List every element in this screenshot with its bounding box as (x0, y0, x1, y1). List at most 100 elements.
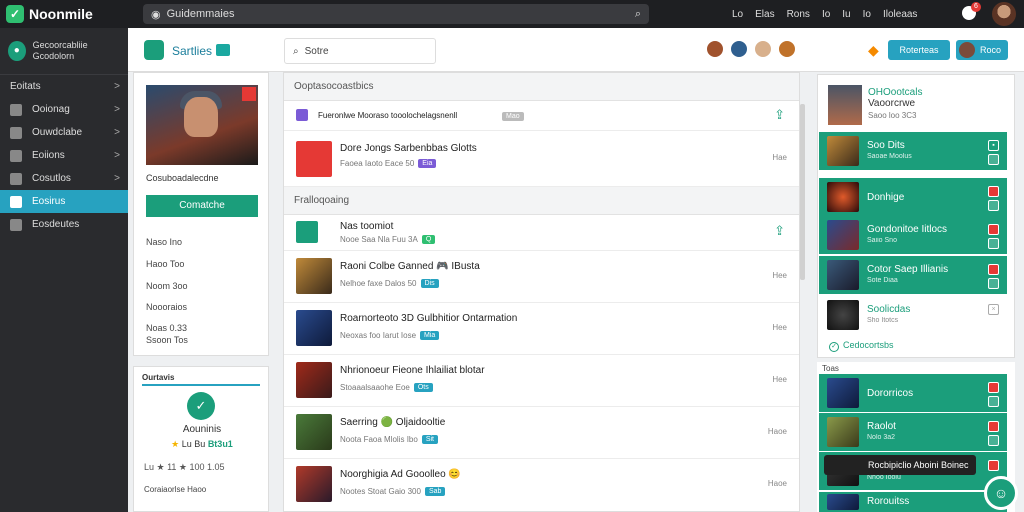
game-row[interactable]: Nhrionoeur Fieone Ihlailiat blotar Stoaa… (284, 355, 799, 407)
featured-subtitle: Vaoorcrwe (868, 98, 916, 109)
flag-icon[interactable] (988, 382, 999, 393)
profile-stat: Ssoon Tos (146, 335, 188, 345)
list-item[interactable]: Dore Jongs Sarbenbbas Glotts Faoea Iaoto… (284, 131, 799, 187)
sidebar-item-label: Ooionag (32, 104, 70, 115)
profile-stat: Noom 3oo (146, 281, 188, 291)
game-thumb (296, 258, 332, 294)
game-thumb (827, 182, 859, 212)
share-icon[interactable]: ⇪ (774, 107, 785, 123)
scrollbar[interactable] (800, 104, 805, 280)
tag-icon (296, 109, 308, 121)
item-tag: Eia (418, 159, 437, 169)
game-row[interactable]: Saerring 🟢 Oljaidooltie Noota Faoa Mloli… (284, 407, 799, 459)
search-input[interactable]: ⌕ Sotre (284, 38, 436, 64)
flag-icon[interactable] (988, 460, 999, 471)
search-icon[interactable]: ⌕ (635, 8, 641, 21)
grid-icon (10, 149, 22, 162)
featured-thumb (828, 85, 862, 125)
game-title: Noorghigia Ad Gooolleo 😊 (340, 469, 461, 480)
nav-item[interactable]: Io (822, 9, 830, 20)
game-meta: Nelhoe faxe Dalos 50 Dis (340, 279, 439, 289)
info-icon[interactable] (988, 278, 999, 289)
sidebar-item[interactable]: Cosutlos > (0, 167, 128, 190)
sidebar-item[interactable]: Eoiions > (0, 144, 128, 167)
support-button[interactable]: ☺ (984, 476, 1018, 510)
sidebar-item[interactable]: Eoitats > (0, 75, 128, 98)
sidebar-item[interactable]: Eosdeutes (0, 213, 128, 236)
sidebar: ● Gecoorcabliie Gcodolorn Eoitats > Ooion… (0, 28, 128, 512)
action-button[interactable]: Roterteas (888, 40, 950, 60)
game-list-item[interactable]: Donhige (819, 178, 1007, 216)
search-icon: ⌕ (293, 45, 299, 57)
close-icon[interactable]: × (988, 304, 999, 315)
game-meta: Saiio Sno (867, 237, 897, 244)
item-title: Fueronlwe Mooraso tooolochelagsnenll (318, 111, 458, 120)
avatar[interactable] (706, 40, 724, 58)
item-tag: Mia (420, 331, 440, 341)
primary-button[interactable]: Comatche (146, 195, 258, 217)
avatar[interactable] (754, 40, 772, 58)
game-title: Soolicdas (867, 304, 911, 315)
item-time: Hee (772, 375, 787, 384)
featured-title[interactable]: OHOootcals (868, 87, 922, 98)
avatar[interactable] (778, 40, 796, 58)
game-list-item[interactable]: Cotor Saep Illianis Sote Diaa (819, 256, 1007, 294)
profile-button[interactable]: Roco (956, 40, 1008, 60)
sidebar-header[interactable]: ● Gecoorcabliie Gcodolorn (0, 28, 128, 75)
game-row[interactable]: Noorghigia Ad Gooolleo 😊 Nootes Stoat Ga… (284, 459, 799, 511)
checked-link-label: Cedocortsbs (843, 340, 894, 350)
sidebar-item-label: Ouwdclabe (32, 127, 83, 138)
achievement-title: Ourtavis (142, 373, 175, 382)
flag-icon[interactable] (988, 186, 999, 197)
info-icon[interactable] (988, 238, 999, 249)
global-search[interactable]: ◉ Guidemmaies ⌕ (143, 4, 649, 24)
nav-item[interactable]: Iu (842, 9, 850, 20)
info-icon[interactable] (988, 396, 999, 407)
info-icon[interactable] (988, 435, 999, 446)
achievement-card: Ourtavis ✓ Aouninis ★ Lu Bu Bt3u1 Lu ★ 1… (133, 366, 269, 512)
game-list-item[interactable]: Rorouitss (819, 492, 1007, 512)
nav-item[interactable]: Io (863, 9, 871, 20)
flag-icon[interactable] (988, 264, 999, 275)
user-avatar[interactable] (992, 2, 1016, 26)
item-title: Nas toomiot (340, 221, 394, 232)
game-list-item[interactable]: Raolot Nolo 3a2 (819, 413, 1007, 451)
sidebar-item[interactable]: Ooionag > (0, 98, 128, 121)
section-header: Ooptasocoastbics (284, 73, 799, 101)
tooltip: Rocbipiclio Aboini Boinec (824, 455, 976, 475)
share-icon[interactable]: ⇪ (774, 223, 785, 239)
nav-item[interactable]: Lo (732, 9, 743, 20)
game-list-item[interactable]: Gondonitoe Iitlocs Saiio Sno (819, 216, 1007, 254)
game-row[interactable]: Raoni Colbe Ganned 🎮 IBusta Nelhoe faxe … (284, 251, 799, 303)
app-name: Noonmile (29, 6, 93, 22)
sidebar-item[interactable]: Ouwdclabe > (0, 121, 128, 144)
game-list-item[interactable]: Soolicdas Sho Itotcs × (819, 296, 1007, 334)
game-list-item[interactable]: Soo Dits Saoae Moolus ▪ (819, 132, 1007, 170)
game-meta: Sote Diaa (867, 277, 898, 284)
list-item[interactable]: Fueronlwe Mooraso tooolochelagsnenll Mao… (284, 101, 799, 131)
checkbox-icon[interactable]: ▪ (988, 140, 999, 151)
featured-meta: Saoo loo 3C3 (868, 111, 917, 120)
avatar[interactable] (730, 40, 748, 58)
info-icon[interactable] (988, 154, 999, 165)
checked-link[interactable]: ✓ Cedocortsbs (829, 340, 894, 352)
sidebar-item-active[interactable]: Eosirus (0, 190, 128, 213)
nav-item[interactable]: Elas (755, 9, 774, 20)
top-bar: ✓ Noonmile ◉ Guidemmaies ⌕ Lo Elas Rons … (0, 0, 1024, 28)
flag-icon[interactable] (988, 224, 999, 235)
item-time: Hee (772, 271, 787, 280)
notifications-icon[interactable]: 6 (962, 2, 981, 20)
game-row[interactable]: Roarnorteoto 3D Gulbhitior Ontarmation N… (284, 303, 799, 355)
nav-item[interactable]: Iloleaas (883, 9, 917, 20)
page-title: Sartlies (172, 44, 213, 58)
list-item[interactable]: Nas toomiot Nooe Saa Nla Fuu 3A Q ⇪ (284, 215, 799, 251)
game-list-item[interactable]: Dororricos (819, 374, 1007, 412)
achievement-footer[interactable]: Coraiaorlse Haoo (144, 485, 206, 494)
app-logo[interactable]: ✓ Noonmile (0, 5, 130, 23)
game-title: Soo Dits (867, 140, 905, 151)
fox-icon[interactable]: ◆ (868, 42, 879, 59)
info-icon[interactable] (988, 200, 999, 211)
people-icon (10, 126, 22, 139)
nav-item[interactable]: Rons (787, 9, 810, 20)
flag-icon[interactable] (988, 421, 999, 432)
